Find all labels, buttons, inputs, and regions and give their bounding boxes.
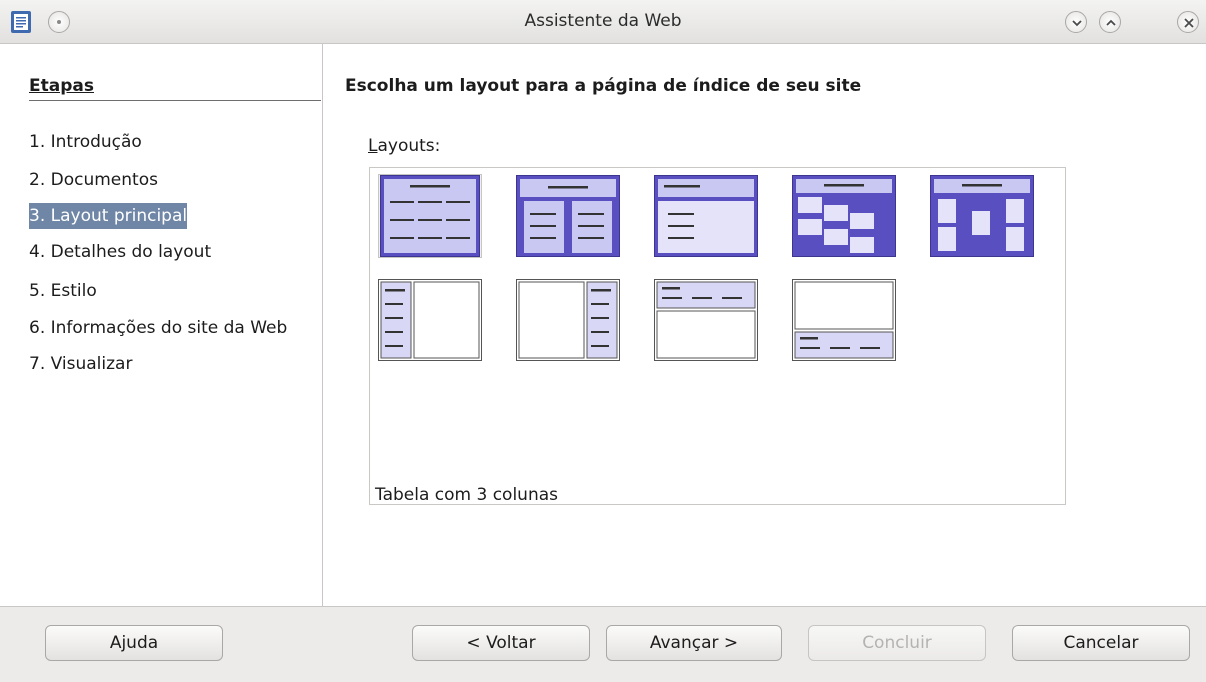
layout-frame-right[interactable] bbox=[516, 278, 620, 362]
step-estilo[interactable]: 5. Estilo bbox=[29, 278, 97, 304]
window-title: Assistente da Web bbox=[524, 11, 682, 31]
layout-frame-top[interactable] bbox=[654, 278, 758, 362]
close-icon[interactable] bbox=[1177, 11, 1199, 33]
selected-layout-caption: Tabela com 3 colunas bbox=[375, 485, 559, 505]
layout-zigzag[interactable] bbox=[930, 174, 1034, 258]
button-bar: Ajuda < Voltar Avançar > Concluir Cancel… bbox=[0, 606, 1206, 682]
back-button[interactable]: < Voltar bbox=[412, 625, 590, 661]
cancel-button[interactable]: Cancelar bbox=[1012, 625, 1190, 661]
title-bar: Assistente da Web bbox=[0, 0, 1206, 44]
finish-button: Concluir bbox=[808, 625, 986, 661]
minimize-icon[interactable] bbox=[1065, 11, 1087, 33]
help-button[interactable]: Ajuda bbox=[45, 625, 223, 661]
layout-frame-bottom[interactable] bbox=[792, 278, 896, 362]
layout-table-2-columns[interactable] bbox=[516, 174, 620, 258]
steps-title: Etapas bbox=[29, 76, 321, 101]
step-layout-principal[interactable]: 3. Layout principal bbox=[29, 203, 188, 229]
step-detalhes-do-layout[interactable]: 4. Detalhes do layout bbox=[29, 239, 211, 265]
wizard-content: Etapas 1. Introdução 2. Documentos 3. La… bbox=[0, 44, 1206, 606]
layouts-label-rest: ayouts: bbox=[377, 136, 441, 156]
maximize-icon[interactable] bbox=[1099, 11, 1121, 33]
step-visualizar[interactable]: 7. Visualizar bbox=[29, 351, 132, 377]
step-introducao[interactable]: 1. Introdução bbox=[29, 129, 142, 155]
layouts-gallery bbox=[369, 167, 1066, 505]
step-informacoes-do-site[interactable]: 6. Informações do site da Web bbox=[29, 315, 287, 341]
layout-diagonal[interactable] bbox=[792, 174, 896, 258]
page-title: Escolha um layout para a página de índic… bbox=[345, 76, 862, 96]
layouts-label: Layouts: bbox=[368, 136, 441, 156]
steps-sidebar: Etapas 1. Introdução 2. Documentos 3. La… bbox=[0, 44, 323, 606]
layout-table-3-columns[interactable] bbox=[378, 174, 482, 258]
step-documentos[interactable]: 2. Documentos bbox=[29, 167, 158, 193]
layout-simple[interactable] bbox=[654, 174, 758, 258]
layout-frame-left[interactable] bbox=[378, 278, 482, 362]
next-button[interactable]: Avançar > bbox=[606, 625, 782, 661]
